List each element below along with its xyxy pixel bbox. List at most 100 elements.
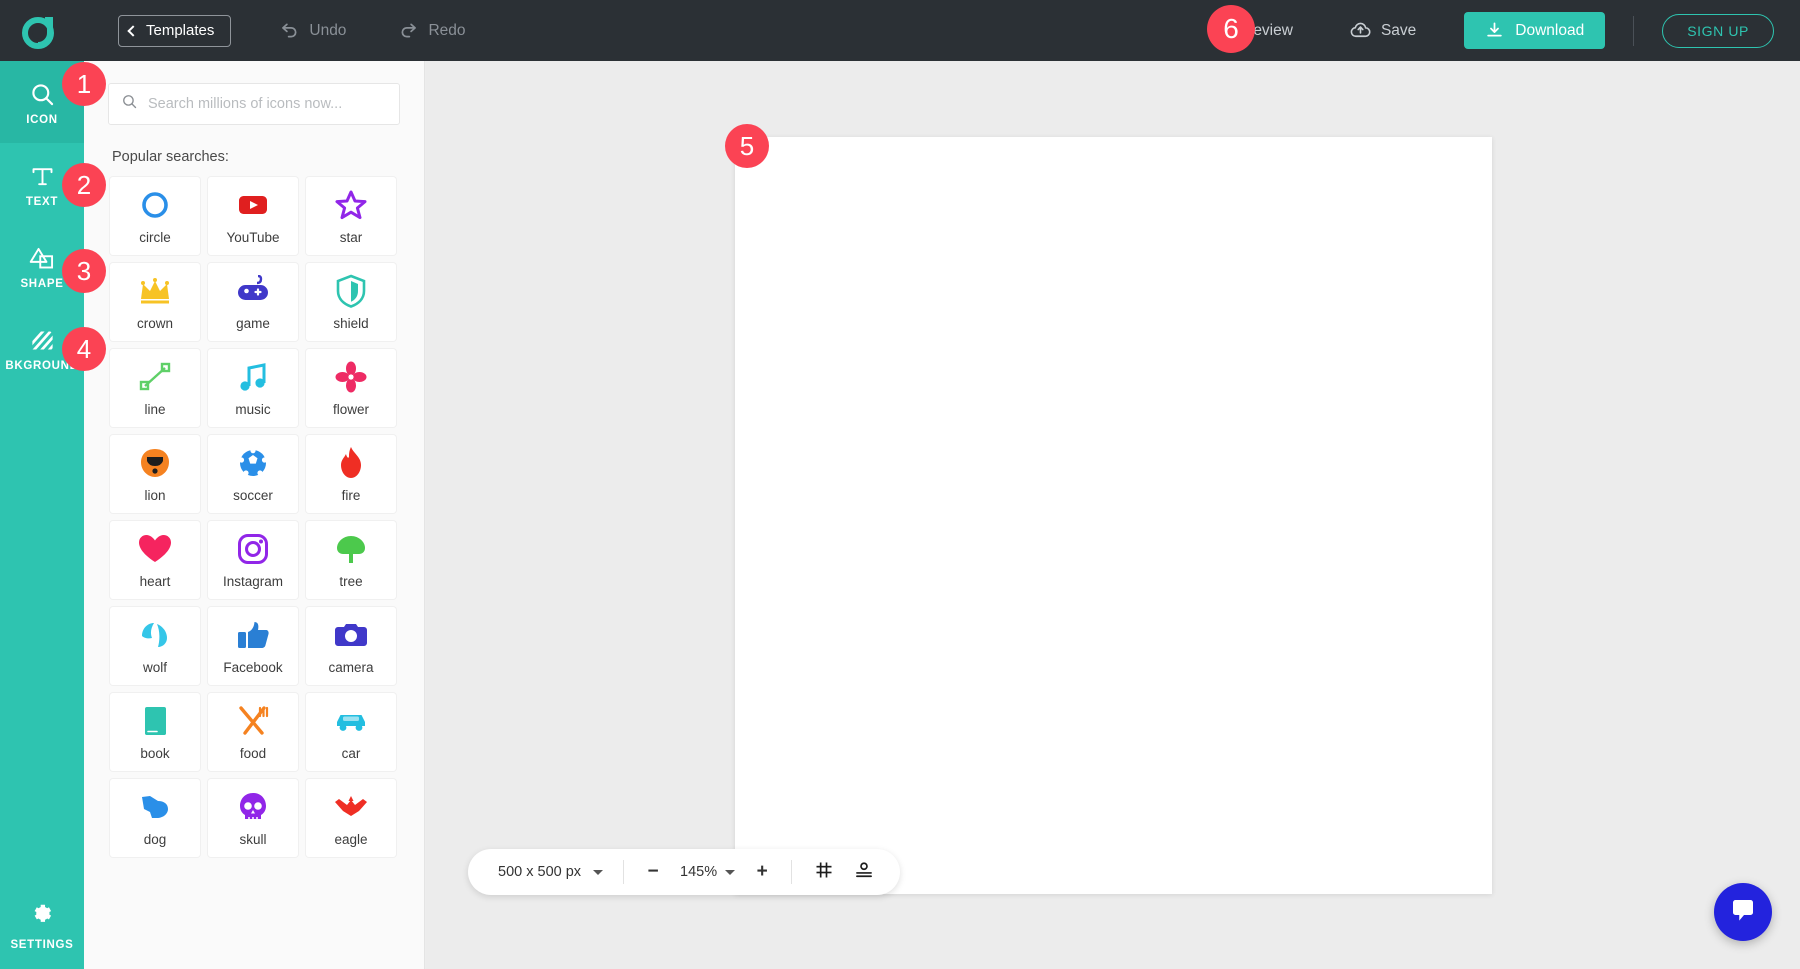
zoom-out-button[interactable]: −: [636, 855, 670, 889]
chevron-down-icon: [725, 870, 735, 875]
redo-button[interactable]: Redo: [392, 0, 471, 61]
canvas-bottom-toolbar: 500 x 500 px − 145% +: [468, 849, 900, 895]
sidebar-item-settings[interactable]: SETTINGS: [0, 901, 84, 951]
icon-cell-shield[interactable]: shield: [306, 263, 396, 341]
icon-cell-wolf[interactable]: wolf: [110, 607, 200, 685]
preview-button[interactable]: Preview: [1191, 0, 1299, 61]
icon-cell-label: fire: [342, 488, 361, 503]
icon-cell-flower[interactable]: flower: [306, 349, 396, 427]
icon-cell-line[interactable]: line: [110, 349, 200, 427]
icon-cell-lion[interactable]: lion: [110, 435, 200, 513]
templates-button[interactable]: Templates: [118, 15, 231, 47]
design-canvas[interactable]: [735, 137, 1492, 894]
search-box[interactable]: [108, 83, 400, 125]
icon-cell-game[interactable]: game: [208, 263, 298, 341]
icon-cell-heart[interactable]: heart: [110, 521, 200, 599]
save-button[interactable]: Save: [1343, 0, 1422, 61]
zoom-controls: − 145% +: [624, 855, 791, 889]
icon-cell-camera[interactable]: camera: [306, 607, 396, 685]
sidebar-item-bkground[interactable]: BKGROUND: [0, 307, 84, 389]
fire-icon: [337, 445, 365, 481]
sidebar-item-text[interactable]: TEXT: [0, 143, 84, 225]
designevo-logo[interactable]: [8, 0, 70, 61]
icon-cell-tree[interactable]: tree: [306, 521, 396, 599]
icon-cell-dog[interactable]: dog: [110, 779, 200, 857]
sidebar-item-icon[interactable]: ICON: [0, 61, 84, 143]
wolf-icon: [138, 617, 172, 653]
top-toolbar-right: Preview Save Download SIGN UP: [1191, 0, 1800, 61]
sidebar-item-shape[interactable]: SHAPE: [0, 225, 84, 307]
icon-cell-food[interactable]: food: [208, 693, 298, 771]
icon-cell-label: lion: [144, 488, 165, 503]
icon-cell-star[interactable]: star: [306, 177, 396, 255]
redo-icon: [398, 20, 419, 41]
youtube-icon: [236, 187, 270, 223]
tree-icon: [334, 531, 368, 567]
icon-cell-label: Instagram: [223, 574, 283, 589]
redo-label: Redo: [428, 22, 465, 40]
zoom-level-dropdown[interactable]: 145%: [670, 864, 745, 880]
signup-label: SIGN UP: [1687, 23, 1749, 39]
zoom-out-label: −: [647, 861, 658, 883]
sidebar-item-shape-label: SHAPE: [20, 278, 63, 290]
chat-support-button[interactable]: [1714, 883, 1772, 941]
icon-cell-label: camera: [328, 660, 373, 675]
download-icon: [1485, 21, 1504, 40]
magnifier-icon: [29, 78, 56, 108]
icon-cell-label: music: [235, 402, 270, 417]
preview-label: Preview: [1238, 22, 1293, 40]
icon-cell-label: flower: [333, 402, 369, 417]
icon-cell-label: game: [236, 316, 270, 331]
icon-cell-book[interactable]: book: [110, 693, 200, 771]
camera-icon: [334, 617, 368, 653]
icon-cell-label: tree: [339, 574, 362, 589]
icon-cell-music[interactable]: music: [208, 349, 298, 427]
crown-icon: [138, 273, 172, 309]
zoom-level-value: 145%: [680, 864, 717, 880]
icon-cell-instagram[interactable]: Instagram: [208, 521, 298, 599]
zoom-in-button[interactable]: +: [745, 855, 779, 889]
icon-cell-soccer[interactable]: soccer: [208, 435, 298, 513]
canvas-size-dropdown[interactable]: 500 x 500 px: [474, 864, 623, 880]
soccer-ball-icon: [237, 445, 269, 481]
sidebar-item-settings-label: SETTINGS: [10, 939, 73, 951]
icon-cell-fire[interactable]: fire: [306, 435, 396, 513]
undo-label: Undo: [309, 22, 346, 40]
icon-cell-eagle[interactable]: eagle: [306, 779, 396, 857]
canvas-tools: [792, 856, 894, 888]
align-toggle-button[interactable]: [848, 856, 880, 888]
signup-button[interactable]: SIGN UP: [1662, 14, 1774, 48]
toolbar-divider: [1633, 16, 1634, 46]
popular-icon-grid: circleYouTubestar crown game shield line musi…: [110, 177, 402, 857]
download-button[interactable]: Download: [1464, 12, 1605, 49]
icon-cell-label: eagle: [334, 832, 367, 847]
icon-panel: Popular searches: circleYouTubestarcrown…: [84, 61, 425, 969]
car-icon: [334, 703, 368, 739]
grid-icon: [814, 860, 834, 885]
icon-cell-circle[interactable]: circle: [110, 177, 200, 255]
heart-icon: [138, 531, 172, 567]
top-toolbar: Templates Undo Redo Preview: [0, 0, 1800, 61]
left-rail: ICON TEXT SHAPE BKGROUND: [0, 61, 84, 969]
undo-button[interactable]: Undo: [273, 0, 352, 61]
zoom-in-label: +: [757, 861, 768, 883]
icon-cell-label: heart: [140, 574, 171, 589]
line-icon: [138, 359, 172, 395]
flower-icon: [335, 359, 367, 395]
gear-icon: [29, 901, 55, 932]
search-input[interactable]: [148, 96, 387, 112]
icon-cell-crown[interactable]: crown: [110, 263, 200, 341]
align-bottom-icon: [854, 860, 874, 885]
undo-icon: [279, 20, 300, 41]
canvas-size-value: 500 x 500 px: [498, 864, 581, 880]
grid-toggle-button[interactable]: [808, 856, 840, 888]
icon-cell-youtube[interactable]: YouTube: [208, 177, 298, 255]
icon-cell-facebook[interactable]: Facebook: [208, 607, 298, 685]
icon-cell-skull[interactable]: skull: [208, 779, 298, 857]
skull-icon: [238, 789, 268, 825]
icon-cell-car[interactable]: car: [306, 693, 396, 771]
eye-icon: [1207, 20, 1229, 42]
food-icon: [236, 703, 270, 739]
canvas-workspace[interactable]: [426, 61, 1800, 969]
circle-icon: [139, 187, 171, 223]
